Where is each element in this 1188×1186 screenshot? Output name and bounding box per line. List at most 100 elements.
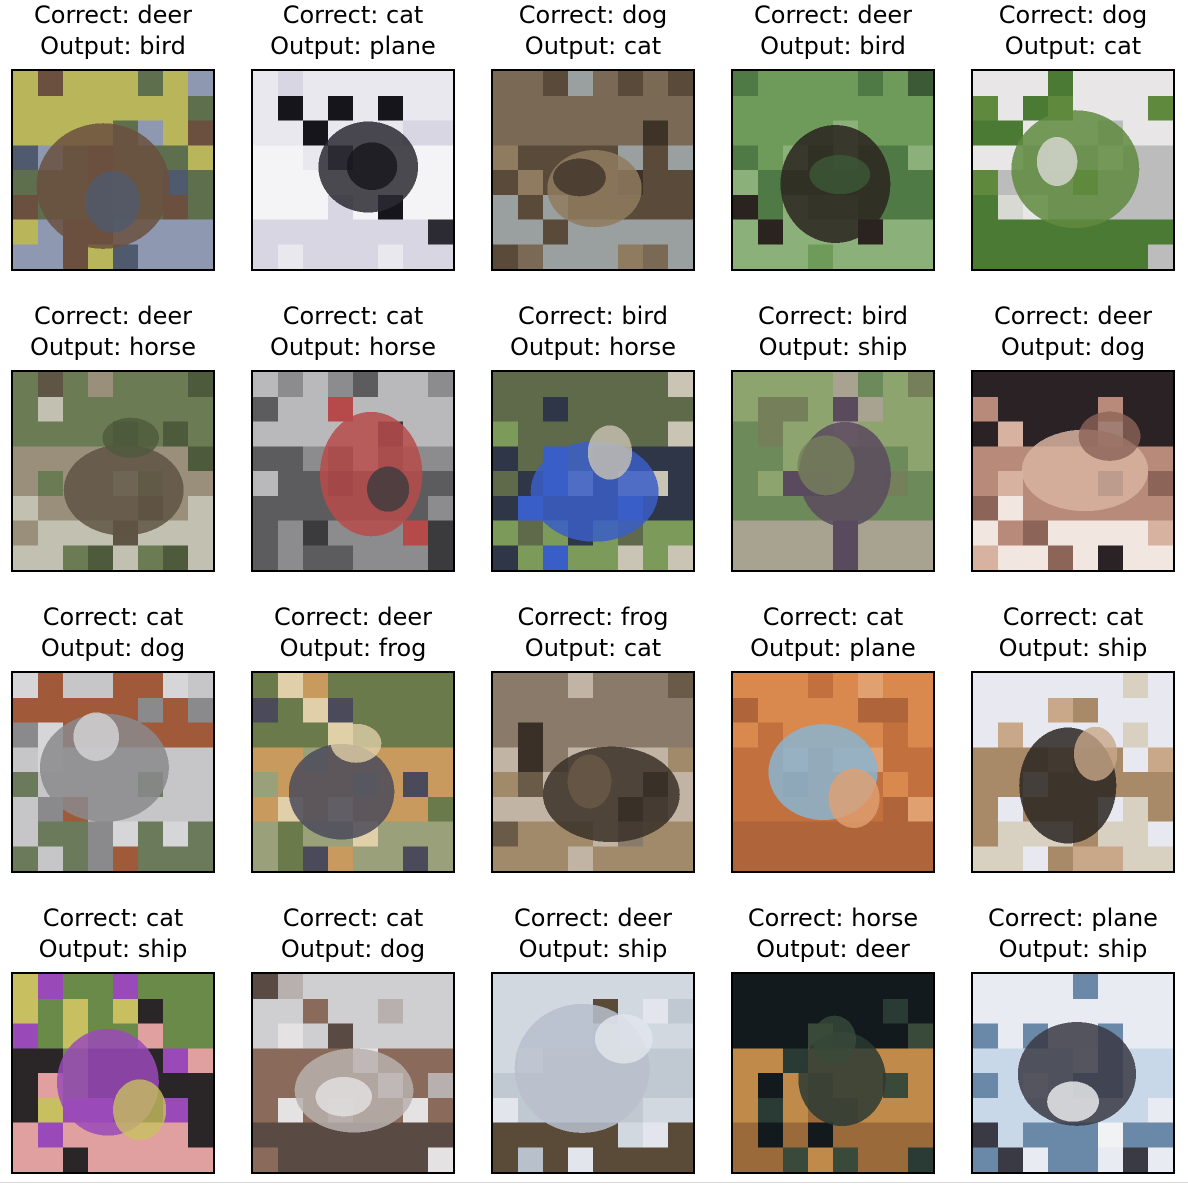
prediction-caption: Correct: cat Output: dog [231, 903, 475, 965]
image-thumbnail-dog-face-closeup [491, 69, 695, 271]
correct-label: Correct: cat [282, 302, 424, 330]
correct-label: Correct: dog [998, 1, 1148, 29]
prediction-caption: Correct: bird Output: horse [471, 301, 715, 363]
prediction-cell: Correct: cat Output: ship [11, 904, 215, 1176]
prediction-cell: Correct: cat Output: ship [971, 603, 1175, 875]
correct-label: Correct: dog [518, 1, 668, 29]
output-label: Output: plane [750, 634, 916, 662]
correct-label: Correct: deer [34, 1, 192, 29]
prediction-cell: Correct: deer Output: bird [731, 1, 935, 273]
image-thumbnail-black-white-cat [251, 69, 455, 271]
output-label: Output: plane [270, 32, 436, 60]
correct-label: Correct: cat [282, 904, 424, 932]
prediction-caption: Correct: deer Output: dog [951, 301, 1188, 363]
output-label: Output: dog [1000, 333, 1146, 361]
output-label: Output: ship [758, 333, 908, 361]
correct-label: Correct: cat [42, 603, 184, 631]
prediction-cell: Correct: cat Output: dog [251, 904, 455, 1176]
prediction-cell: Correct: dog Output: cat [491, 1, 695, 273]
prediction-cell: Correct: plane Output: ship [971, 904, 1175, 1176]
output-label: Output: cat [1004, 32, 1142, 60]
prediction-caption: Correct: cat Output: ship [951, 602, 1188, 664]
prediction-caption: Correct: cat Output: plane [711, 602, 955, 664]
prediction-cell: Correct: deer Output: bird [11, 1, 215, 273]
image-thumbnail-cat-lying-red-bowl [251, 370, 455, 572]
prediction-cell: Correct: cat Output: dog [11, 603, 215, 875]
output-label: Output: ship [518, 935, 668, 963]
prediction-caption: Correct: deer Output: bird [0, 0, 235, 62]
image-thumbnail-cat-with-frame [971, 671, 1175, 873]
image-thumbnail-blue-bird-leaves [491, 370, 695, 572]
prediction-caption: Correct: bird Output: ship [711, 301, 955, 363]
output-label: Output: deer [756, 935, 910, 963]
correct-label: Correct: cat [282, 1, 424, 29]
correct-label: Correct: cat [42, 904, 184, 932]
prediction-caption: Correct: cat Output: ship [0, 903, 235, 965]
output-label: Output: bird [760, 32, 906, 60]
prediction-cell: Correct: cat Output: plane [251, 1, 455, 273]
correct-label: Correct: deer [274, 603, 432, 631]
output-label: Output: ship [38, 935, 188, 963]
correct-label: Correct: frog [517, 603, 669, 631]
image-thumbnail-kitten-in-hands [251, 972, 455, 1174]
prediction-cell: Correct: frog Output: cat [491, 603, 695, 875]
image-thumbnail-grey-cat-on-floor [11, 671, 215, 873]
misclassification-grid: Correct: deer Output: bird Correct: cat Out… [0, 0, 1188, 1186]
prediction-caption: Correct: cat Output: dog [0, 602, 235, 664]
prediction-caption: Correct: cat Output: horse [231, 301, 475, 363]
output-label: Output: dog [280, 935, 426, 963]
prediction-caption: Correct: deer Output: horse [0, 301, 235, 363]
image-thumbnail-deer-in-water [11, 69, 215, 271]
image-thumbnail-plane-in-sky [971, 972, 1175, 1174]
correct-label: Correct: cat [762, 603, 904, 631]
output-label: Output: horse [29, 333, 197, 361]
prediction-caption: Correct: dog Output: cat [471, 0, 715, 62]
prediction-caption: Correct: dog Output: cat [951, 0, 1188, 62]
correct-label: Correct: bird [518, 302, 668, 330]
prediction-cell: Correct: cat Output: plane [731, 603, 935, 875]
output-label: Output: frog [279, 634, 427, 662]
prediction-caption: Correct: deer Output: bird [711, 0, 955, 62]
correct-label: Correct: deer [34, 302, 192, 330]
image-thumbnail-deer-in-snow [491, 972, 695, 1174]
image-thumbnail-dark-deer-grass [731, 69, 935, 271]
correct-label: Correct: horse [747, 904, 919, 932]
prediction-caption: Correct: horse Output: deer [711, 903, 955, 965]
output-label: Output: ship [998, 935, 1148, 963]
image-thumbnail-bird-on-branch [731, 370, 935, 572]
prediction-cell: Correct: dog Output: cat [971, 1, 1175, 273]
correct-label: Correct: deer [514, 904, 672, 932]
correct-label: Correct: bird [758, 302, 908, 330]
prediction-caption: Correct: frog Output: cat [471, 602, 715, 664]
prediction-cell: Correct: bird Output: ship [731, 302, 935, 574]
prediction-caption: Correct: deer Output: frog [231, 602, 475, 664]
correct-label: Correct: deer [994, 302, 1152, 330]
image-thumbnail-painted-blue-cat [731, 671, 935, 873]
correct-label: Correct: cat [1002, 603, 1144, 631]
prediction-cell: Correct: horse Output: deer [731, 904, 935, 1176]
output-label: Output: dog [40, 634, 186, 662]
prediction-caption: Correct: plane Output: ship [951, 903, 1188, 965]
output-label: Output: cat [524, 32, 662, 60]
prediction-cell: Correct: cat Output: horse [251, 302, 455, 574]
prediction-cell: Correct: bird Output: horse [491, 302, 695, 574]
output-label: Output: bird [40, 32, 186, 60]
image-thumbnail-deer-face-closeup [971, 370, 1175, 572]
output-label: Output: horse [509, 333, 677, 361]
image-thumbnail-camouflaged-frog [491, 671, 695, 873]
output-label: Output: horse [269, 333, 437, 361]
correct-label: Correct: plane [988, 904, 1158, 932]
prediction-cell: Correct: deer Output: dog [971, 302, 1175, 574]
output-label: Output: cat [524, 634, 662, 662]
output-bottom-border [0, 1182, 1188, 1183]
image-thumbnail-black-cat-held [11, 972, 215, 1174]
image-thumbnail-deer-in-field [11, 370, 215, 572]
correct-label: Correct: deer [754, 1, 912, 29]
prediction-caption: Correct: cat Output: plane [231, 0, 475, 62]
prediction-cell: Correct: deer Output: horse [11, 302, 215, 574]
image-thumbnail-white-dog-on-grass [971, 69, 1175, 271]
output-label: Output: ship [998, 634, 1148, 662]
prediction-cell: Correct: deer Output: frog [251, 603, 455, 875]
image-thumbnail-deer-with-people [251, 671, 455, 873]
image-thumbnail-horse-at-night [731, 972, 935, 1174]
